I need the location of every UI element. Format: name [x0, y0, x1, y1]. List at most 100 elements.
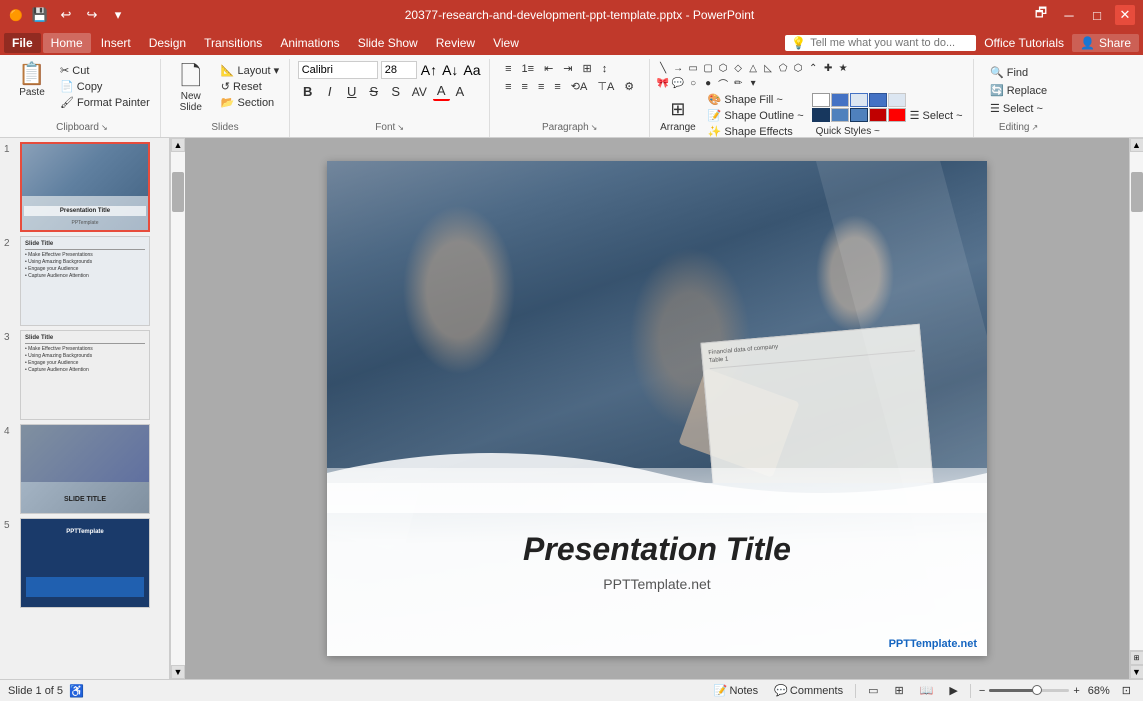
align-left-button[interactable]: ≡ — [501, 80, 515, 94]
shape-arc[interactable]: ⌒ — [716, 76, 730, 90]
layout-button[interactable]: 📐 Layout ▾ — [217, 63, 283, 78]
font-expand-icon[interactable]: ↘ — [397, 123, 404, 132]
text-direction-button[interactable]: ⟲A — [567, 79, 592, 94]
find-button[interactable]: 🔍 Find — [986, 65, 1032, 80]
qs-5[interactable] — [888, 93, 906, 107]
reading-view-button[interactable]: 📖 — [916, 683, 938, 698]
minimize-button[interactable]: ─ — [1059, 5, 1079, 25]
new-slide-button[interactable]: 🗋 NewSlide — [167, 61, 215, 115]
share-button[interactable]: 👤 Share — [1072, 34, 1139, 52]
clipboard-expand-icon[interactable]: ↘ — [101, 123, 108, 132]
save-button[interactable]: 💾 — [30, 5, 50, 25]
customize-qat-button[interactable]: ▾ — [108, 5, 128, 25]
redo-button[interactable]: ↪ — [82, 5, 102, 25]
paragraph-expand-icon[interactable]: ↘ — [591, 123, 598, 132]
columns-button[interactable]: ⊞ — [579, 61, 596, 76]
bullets-button[interactable]: ≡ — [501, 62, 515, 76]
decrease-font-button[interactable]: A↓ — [441, 61, 459, 79]
align-right-button[interactable]: ≡ — [534, 80, 548, 94]
shape-arrow[interactable]: → — [671, 61, 685, 75]
qs-7[interactable] — [831, 108, 849, 122]
slide-thumb-4[interactable]: 4 SLIDE TITLE — [4, 424, 165, 514]
right-scroll-down[interactable]: ▼ — [1130, 665, 1143, 679]
highlight-button[interactable]: A — [452, 83, 469, 100]
right-scroll-up[interactable]: ▲ — [1130, 138, 1143, 152]
scroll-down-button[interactable]: ▼ — [171, 665, 185, 679]
quick-styles-button[interactable]: Quick Styles ~ — [812, 125, 902, 138]
qs-6[interactable] — [812, 108, 830, 122]
qs-1[interactable] — [812, 93, 830, 107]
shape-line[interactable]: ╲ — [656, 61, 670, 75]
format-painter-button[interactable]: 🖌 Format Painter — [56, 95, 154, 110]
review-menu[interactable]: Review — [428, 33, 483, 53]
normal-view-button[interactable]: ▭ — [864, 683, 882, 698]
zoom-handle[interactable] — [1032, 685, 1042, 695]
decrease-indent-button[interactable]: ⇤ — [540, 61, 557, 76]
shape-outline-button[interactable]: 📝 Shape Outline ~ — [704, 108, 808, 123]
slide-img-1[interactable]: Presentation Title PPTemplate — [20, 142, 150, 232]
center-button[interactable]: ≡ — [518, 80, 532, 94]
numbering-button[interactable]: 1≡ — [518, 62, 539, 76]
zoom-out-button[interactable]: − — [979, 685, 985, 697]
qs-8[interactable] — [850, 108, 868, 122]
justify-button[interactable]: ≡ — [550, 80, 564, 94]
qs-3[interactable] — [850, 93, 868, 107]
restore-window-button[interactable]: 🗗 — [1031, 5, 1051, 25]
font-name-input[interactable] — [298, 61, 378, 79]
section-button[interactable]: 📂 Section — [217, 95, 283, 110]
font-color-button[interactable]: A — [433, 82, 450, 101]
slide-img-3[interactable]: Slide Title • Make Effective Presentatio… — [20, 330, 150, 420]
right-scroll-thumb[interactable] — [1131, 172, 1143, 212]
view-menu[interactable]: View — [485, 33, 527, 53]
zoom-percent[interactable]: 68% — [1088, 685, 1110, 697]
fit-slide-button[interactable]: ⊡ — [1118, 683, 1135, 698]
shape-ribbon[interactable]: 🎀 — [656, 76, 670, 90]
home-menu[interactable]: Home — [43, 33, 91, 53]
bold-button[interactable]: B — [298, 83, 318, 100]
shape-freeform[interactable]: ✏ — [731, 76, 745, 90]
maximize-button[interactable]: □ — [1087, 5, 1107, 25]
transitions-menu[interactable]: Transitions — [196, 33, 270, 53]
zoom-in-button[interactable]: + — [1073, 685, 1079, 697]
shape-diamond[interactable]: ◇ — [731, 61, 745, 75]
tell-me-search[interactable]: 💡 — [785, 35, 976, 51]
slide-canvas[interactable]: Financial data of company Table 1 Presen… — [327, 161, 987, 656]
right-scroll-track[interactable] — [1130, 152, 1143, 650]
cut-button[interactable]: ✂ Cut — [56, 63, 154, 78]
shape-chevron[interactable]: ⌃ — [806, 61, 820, 75]
shape-hexagon[interactable]: ⬡ — [791, 61, 805, 75]
increase-font-button[interactable]: A↑ — [420, 61, 438, 79]
comments-button[interactable]: 💬 Comments — [770, 683, 847, 698]
qs-4[interactable] — [869, 93, 887, 107]
smartart-button[interactable]: ⚙ — [620, 79, 638, 94]
replace-button[interactable]: 🔄 Replace — [986, 83, 1051, 98]
insert-menu[interactable]: Insert — [93, 33, 139, 53]
undo-button[interactable]: ↩ — [56, 5, 76, 25]
slide-thumb-5[interactable]: 5 PPTTemplate — [4, 518, 165, 608]
shape-pentagon[interactable]: ⬠ — [776, 61, 790, 75]
slide-thumb-3[interactable]: 3 Slide Title • Make Effective Presentat… — [4, 330, 165, 420]
reset-button[interactable]: ↺ Reset — [217, 79, 283, 94]
editing-select-button[interactable]: ☰ Select ~ — [986, 101, 1047, 116]
slideshow-button[interactable]: ▶ — [945, 683, 961, 698]
shape-rrect[interactable]: ▢ — [701, 61, 715, 75]
slide-sorter-button[interactable]: ⊞ — [890, 683, 907, 698]
shape-rect[interactable]: ▭ — [686, 61, 700, 75]
file-menu[interactable]: File — [4, 33, 41, 53]
copy-button[interactable]: 📄 Copy — [56, 79, 154, 94]
increase-indent-button[interactable]: ⇥ — [559, 61, 576, 76]
scroll-thumb[interactable] — [172, 172, 184, 212]
shape-circle[interactable]: ● — [701, 76, 715, 90]
shape-fill-button[interactable]: 🎨 Shape Fill ~ — [704, 92, 808, 107]
shape-star[interactable]: ★ — [836, 61, 850, 75]
office-tutorials-link[interactable]: Office Tutorials — [984, 36, 1064, 50]
slide-img-5[interactable]: PPTTemplate — [20, 518, 150, 608]
select-button[interactable]: ☰ Select ~ — [906, 108, 967, 123]
shape-triangle[interactable]: △ — [746, 61, 760, 75]
animations-menu[interactable]: Animations — [272, 33, 347, 53]
shape-oval[interactable]: ○ — [686, 76, 700, 90]
design-menu[interactable]: Design — [141, 33, 194, 53]
line-spacing-button[interactable]: ↕ — [598, 62, 612, 76]
font-size-input[interactable] — [381, 61, 417, 79]
arrange-button[interactable]: ⊞ Arrange — [656, 97, 700, 135]
